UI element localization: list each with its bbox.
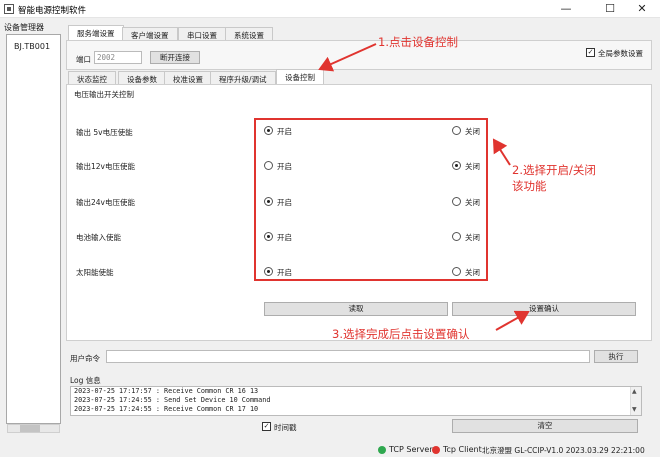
arrow-step2: [492, 138, 511, 166]
annotation-arrows: [318, 43, 530, 331]
arrow-step1: [318, 43, 377, 72]
arrow-step3: [495, 310, 530, 331]
